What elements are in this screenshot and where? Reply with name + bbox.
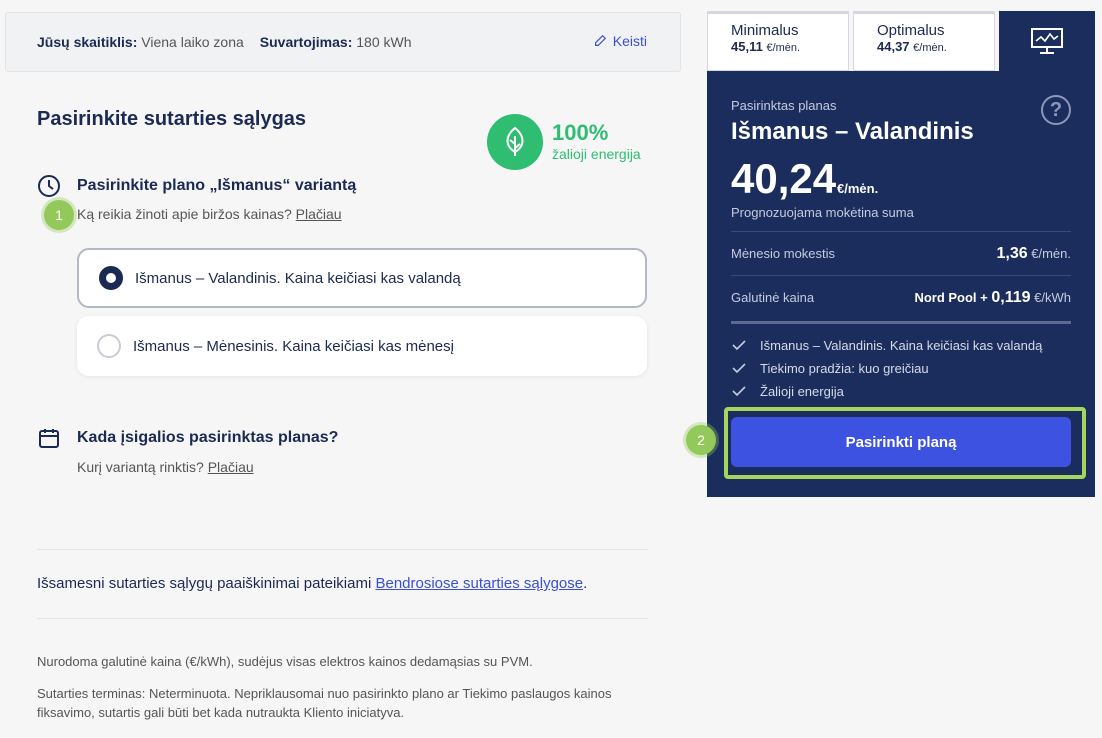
more-info-link[interactable]: Plačiau — [296, 206, 342, 222]
meter-info-bar: Jūsų skaitiklis: Viena laiko zona Suvart… — [5, 12, 681, 72]
question-variant: Pasirinkite plano „Išmanus“ variantą — [37, 174, 356, 198]
price-forecast-label: Prognozuojama mokėtina suma — [731, 205, 914, 220]
help-icon[interactable]: ? — [1041, 95, 1071, 125]
step-marker-2: 2 — [686, 425, 716, 455]
calendar-icon — [39, 429, 59, 448]
radio-selected[interactable] — [99, 266, 123, 290]
check-icon — [732, 386, 746, 397]
option-monthly[interactable]: Išmanus – Mėnesinis. Kaina keičiasi kas … — [77, 316, 647, 376]
check-icon — [732, 340, 746, 351]
question-variant-sub: Ką reikia žinoti apie biržos kainas? Pla… — [77, 206, 342, 222]
check-icon — [732, 363, 746, 374]
green-percent: 100% — [552, 120, 609, 145]
tab-smart[interactable] — [999, 11, 1095, 71]
meter-type: Jūsų skaitiklis: Viena laiko zona — [37, 34, 244, 50]
plan-tabs: Minimalus 45,11 €/mėn. Optimalus 44,37 €… — [707, 11, 1095, 71]
terms-line: Išsamesni sutarties sąlygų paaiškinimai … — [37, 575, 588, 592]
step-marker-1: 1 — [44, 200, 74, 230]
selected-plan-panel: Pasirinktas planas Išmanus – Valandinis … — [707, 71, 1095, 497]
leaf-icon — [487, 114, 543, 170]
terms-link[interactable]: Bendrosiose sutarties sąlygose — [375, 575, 583, 592]
plan-price: 40,24 — [731, 155, 837, 202]
question-start: Kada įsigalios pasirinktas planas? — [37, 426, 338, 450]
divider — [37, 549, 648, 550]
feature-item: Žalioji energija — [731, 383, 844, 399]
tab-optimalus[interactable]: Optimalus 44,37 €/mėn. — [853, 11, 995, 71]
more-info-link-2[interactable]: Plačiau — [208, 459, 254, 475]
clock-icon — [38, 175, 60, 197]
consumption: Suvartojimas: 180 kWh — [259, 34, 412, 50]
panel-divider — [731, 321, 1071, 324]
question-start-sub: Kurį variantą rinktis? Plačiau — [77, 459, 254, 475]
green-label: žalioji energija — [552, 146, 641, 162]
page-title: Pasirinkite sutarties sąlygas — [37, 108, 307, 130]
option-hourly[interactable]: Išmanus – Valandinis. Kaina keičiasi kas… — [77, 248, 647, 308]
pencil-icon — [594, 34, 606, 46]
contract-term-note: Sutarties terminas: Neterminuota. Neprik… — [37, 686, 612, 720]
edit-button[interactable]: Keisti — [593, 33, 647, 49]
select-plan-button[interactable]: Pasirinkti planą — [731, 417, 1071, 467]
divider — [37, 618, 648, 619]
green-energy-badge: 100% žalioji energija — [487, 114, 641, 170]
plan-name: Išmanus – Valandinis — [731, 118, 974, 145]
feature-item: Išmanus – Valandinis. Kaina keičiasi kas… — [731, 337, 1042, 353]
plan-price-unit: €/mėn. — [837, 181, 879, 196]
monthly-fee-row: Mėnesio mokestis 1,36 €/mėn. — [731, 231, 1071, 275]
panel-label: Pasirinktas planas — [731, 98, 837, 113]
monitor-chart-icon — [1031, 28, 1063, 54]
feature-item: Tiekimo pradžia: kuo greičiau — [731, 360, 929, 376]
tab-minimalus[interactable]: Minimalus 45,11 €/mėn. — [707, 11, 849, 71]
radio-unselected[interactable] — [97, 334, 121, 358]
final-price-row: Galutinė kaina Nord Pool + 0,119 €/kWh — [731, 275, 1071, 319]
price-note: Nurodoma galutinė kaina (€/kWh), sudėjus… — [37, 654, 533, 669]
